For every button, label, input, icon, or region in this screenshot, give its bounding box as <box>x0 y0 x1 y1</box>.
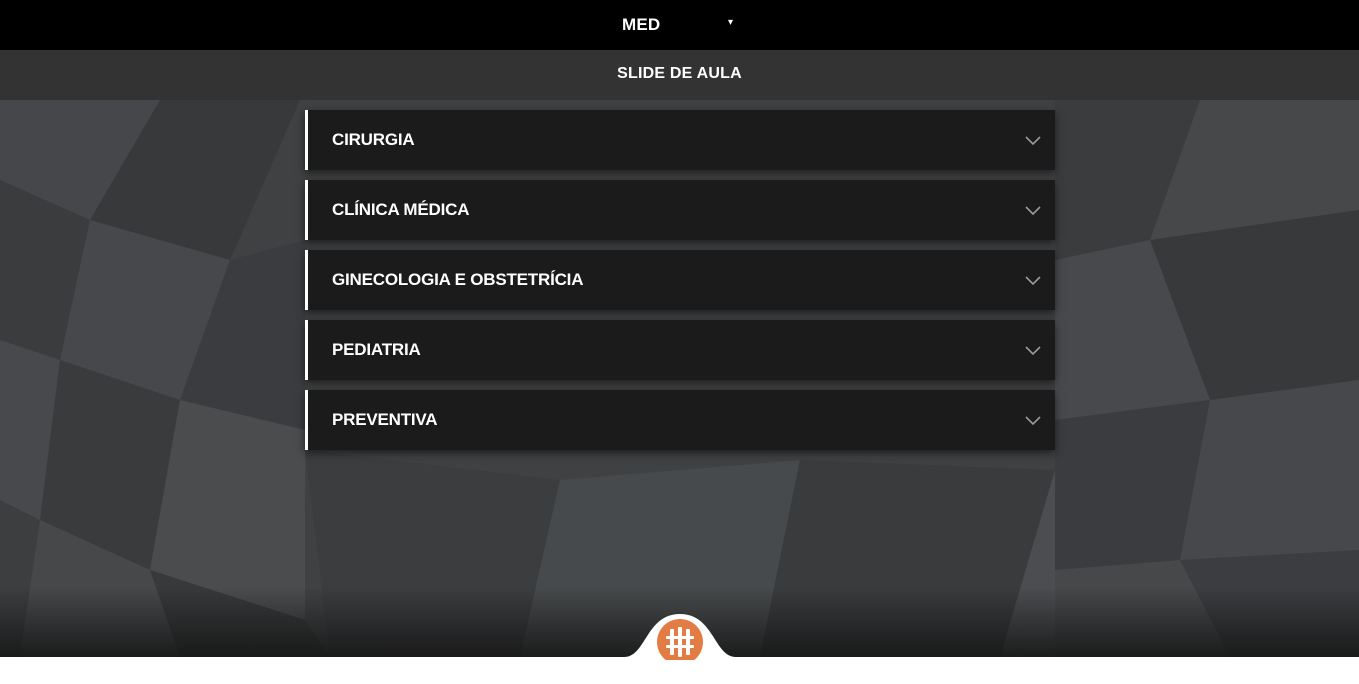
accordion-item-label: CLÍNICA MÉDICA <box>332 200 470 219</box>
accordion-item-preventiva[interactable]: PREVENTIVA <box>305 390 1055 450</box>
chevron-down-icon <box>1025 416 1041 426</box>
subject-accordion: CIRURGIA CLÍNICA MÉDICA GINECOLOGIA E OB… <box>305 110 1055 460</box>
medical-cross-logo-icon <box>624 614 736 665</box>
course-select-label: MED <box>622 15 661 34</box>
footer-strip <box>0 657 1359 684</box>
chevron-down-icon <box>1025 346 1041 356</box>
accordion-item-label: CIRURGIA <box>332 130 415 149</box>
chevron-down-icon <box>1025 136 1041 146</box>
chevron-down-icon <box>1025 276 1041 286</box>
section-header-bar: SLIDE DE AULA <box>0 50 1359 100</box>
accordion-item-cirurgia[interactable]: CIRURGIA <box>305 110 1055 170</box>
page-title: SLIDE DE AULA <box>617 65 742 82</box>
accordion-item-label: GINECOLOGIA E OBSTETRÍCIA <box>332 270 584 289</box>
brand-logo[interactable] <box>624 610 736 665</box>
accordion-item-label: PREVENTIVA <box>332 410 438 429</box>
top-navigation-bar: MED ▾ <box>0 0 1359 50</box>
content-area: CIRURGIA CLÍNICA MÉDICA GINECOLOGIA E OB… <box>0 100 1359 657</box>
accordion-item-label: PEDIATRIA <box>332 340 421 359</box>
accordion-item-pediatria[interactable]: PEDIATRIA <box>305 320 1055 380</box>
accordion-item-ginecologia-obstetricia[interactable]: GINECOLOGIA E OBSTETRÍCIA <box>305 250 1055 310</box>
course-select[interactable]: MED ▾ <box>614 10 744 40</box>
chevron-down-icon <box>1025 206 1041 216</box>
accordion-item-clinica-medica[interactable]: CLÍNICA MÉDICA <box>305 180 1055 240</box>
dropdown-caret-icon: ▾ <box>728 17 734 28</box>
